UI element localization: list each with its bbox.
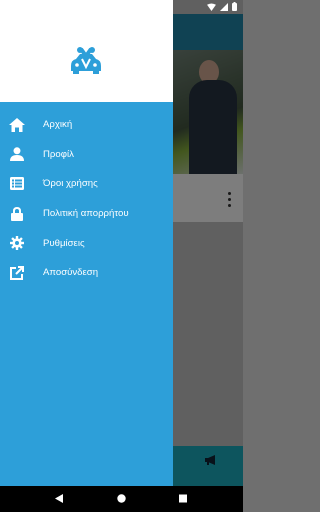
wifi-icon <box>207 2 216 11</box>
menu-item-settings[interactable]: Ρυθμίσεις <box>0 228 173 258</box>
status-bar: 2:19 <box>0 0 243 14</box>
system-nav-bar <box>0 486 243 512</box>
menu-item-label: Πολιτική απορρήτου <box>43 208 129 220</box>
menu-item-terms[interactable]: Όροι χρήσης <box>0 169 173 199</box>
lock-icon <box>8 205 26 223</box>
battery-icon <box>232 2 237 11</box>
menu-item-label: Όροι χρήσης <box>43 178 98 190</box>
signal-icon <box>220 2 228 11</box>
menu-item-label: Προφίλ <box>43 148 74 160</box>
menu-item-home[interactable]: Αρχική <box>0 110 173 140</box>
navigation-drawer: Αρχική Προφίλ Όροι χρήσης Πολιτική απορρ… <box>0 0 173 512</box>
menu-item-logout[interactable]: Αποσύνδεση <box>0 258 173 288</box>
gear-icon <box>8 234 26 252</box>
app-logo-icon <box>71 47 101 74</box>
status-time: 2:19 <box>8 2 26 12</box>
back-icon[interactable] <box>55 494 63 503</box>
menu-item-label: Αποσύνδεση <box>43 267 99 279</box>
person-icon <box>8 145 26 163</box>
menu-item-label: Αρχική <box>43 119 73 131</box>
list-icon <box>8 175 26 193</box>
external-link-icon <box>8 264 26 282</box>
menu-item-label: Ρυθμίσεις <box>43 237 85 249</box>
drawer-menu: Αρχική Προφίλ Όροι χρήσης Πολιτική απορρ… <box>0 110 173 288</box>
home-icon <box>8 116 26 134</box>
menu-item-profile[interactable]: Προφίλ <box>0 140 173 170</box>
drawer-header <box>0 0 173 102</box>
recents-icon[interactable] <box>179 494 187 503</box>
status-icons <box>207 2 237 11</box>
menu-item-privacy[interactable]: Πολιτική απορρήτου <box>0 199 173 229</box>
home-button-icon[interactable] <box>117 494 126 503</box>
